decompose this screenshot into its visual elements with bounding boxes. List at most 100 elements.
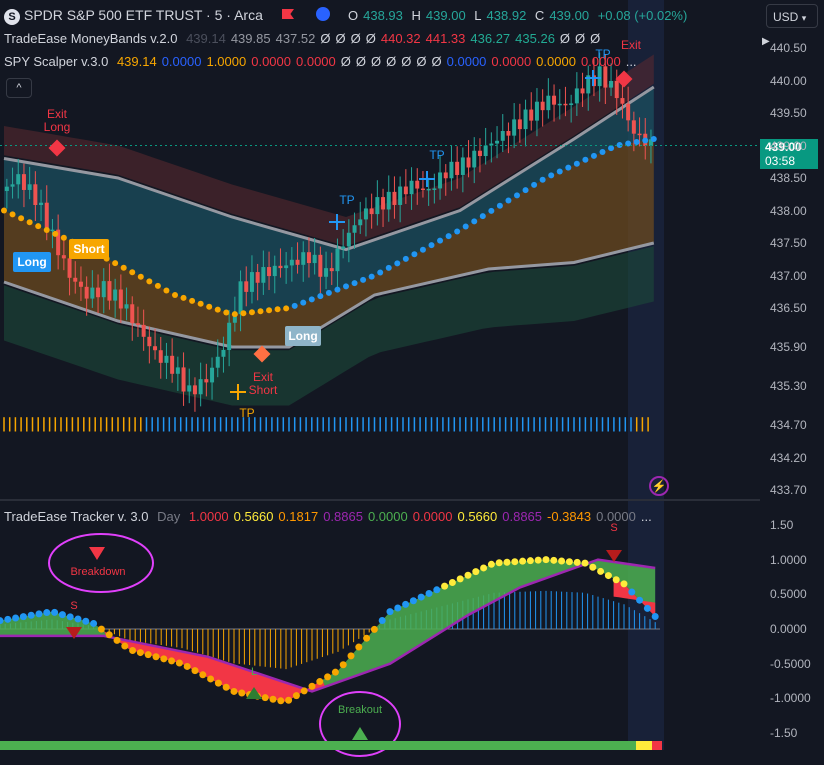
candle-body	[569, 103, 574, 106]
chevron-right-icon[interactable]: ▶	[762, 36, 770, 47]
oscillator-dot	[558, 557, 566, 565]
candle-body	[164, 355, 169, 363]
ohlc-readout: O 438.93 H 439.00 L 438.92 C 439.00 +0.08 (+…	[348, 7, 692, 25]
indicator-name: TradeEase Tracker v. 3.0	[4, 509, 149, 524]
indicator-value: -0.3843	[547, 509, 592, 524]
candle-body	[312, 254, 317, 264]
oscillator-dot	[269, 695, 277, 703]
oscillator-dot	[339, 661, 347, 669]
oscillator-tick-label: -0.5000	[770, 656, 811, 671]
candle-body	[113, 289, 118, 301]
candle-body	[306, 252, 311, 264]
oscillator-dot	[378, 617, 386, 625]
indicator-value: 0.0000	[536, 54, 576, 69]
oscillator-dot	[573, 558, 581, 566]
oscillator-dot	[495, 559, 503, 567]
oscillator-dot	[402, 600, 410, 608]
signal-label: Exit Short	[248, 370, 278, 397]
indicator-value: 0.0000	[251, 54, 291, 69]
oscillator-dot	[417, 593, 425, 601]
indicator-value: 0.8865	[502, 509, 543, 524]
indicator-value: Ø	[416, 54, 427, 69]
trend-dot	[317, 293, 324, 300]
oscillator-dot	[66, 613, 74, 621]
oscillator-dot	[19, 613, 27, 621]
oscillator-dot	[82, 617, 90, 625]
candle-body	[506, 130, 511, 136]
indicator-value: Ø	[401, 54, 412, 69]
oscillator-dot	[222, 683, 230, 691]
indicator-value: ...	[640, 509, 652, 524]
price-tick-label: 435.90	[770, 340, 807, 354]
indicator-legend-tracker[interactable]: TradeEase Tracker v. 3.0 Day 1.0000 0.566…	[4, 508, 657, 526]
trend-dot	[120, 264, 127, 271]
price-tick-label: 439.00	[770, 138, 807, 153]
trend-dot	[240, 310, 247, 317]
oscillator-dot	[448, 579, 456, 587]
candle-body	[244, 281, 249, 292]
signal-label: TP	[239, 406, 255, 420]
candle-body	[187, 385, 192, 392]
indicator-legend-scalper[interactable]: SPY Scalper v.3.0 439.14 0.0000 1.0000 0.00…	[4, 53, 642, 71]
trend-status-bar	[652, 741, 662, 750]
moon-icon[interactable]	[316, 7, 330, 21]
candle-body	[124, 304, 129, 309]
trend-dot	[462, 223, 469, 230]
oscillator-dot	[144, 651, 152, 659]
indicator-value: 1.0000	[188, 509, 229, 524]
oscillator-tick-label: 0.5000	[770, 587, 807, 602]
trend-dot	[650, 136, 657, 142]
trend-dot	[573, 160, 580, 167]
candle-body	[460, 157, 465, 175]
oscillator-dot	[503, 558, 511, 566]
trend-dot	[18, 215, 25, 222]
signal-badge: Long	[285, 326, 321, 346]
trend-dot	[231, 311, 238, 318]
signal-badge: Long	[13, 252, 51, 272]
candle-body	[21, 174, 26, 190]
trend-dot	[197, 300, 204, 307]
chevron-down-icon: ▾	[801, 13, 807, 23]
oscillator-dot	[230, 687, 238, 695]
symbol-header: S SPDR S&P 500 ETF TRUST · 5 · Arca	[4, 6, 268, 25]
trend-dot	[334, 286, 341, 293]
trend-dot	[43, 227, 50, 233]
candle-body	[295, 259, 300, 265]
ohlc-high-value: 439.00	[425, 8, 466, 23]
trend-dot	[599, 149, 606, 155]
candle-body	[67, 258, 72, 278]
symbol-title[interactable]: SPDR S&P 500 ETF TRUST · 5 · Arca	[24, 7, 263, 23]
oscillator-dot	[604, 572, 612, 580]
ohlc-low-value: 438.92	[486, 8, 527, 23]
trend-dot	[539, 176, 546, 183]
oscillator-dot	[129, 647, 137, 655]
oscillator-dot	[324, 673, 332, 681]
candle-body	[529, 109, 534, 121]
trend-status-bar	[636, 741, 652, 750]
oscillator-dot	[238, 689, 246, 697]
candle-body	[118, 289, 123, 309]
oscillator-dot	[636, 596, 644, 604]
ohlc-open-key: O	[348, 8, 359, 23]
indicator-legend-moneybands[interactable]: TradeEase MoneyBands v.2.0 439.14 439.85 4…	[4, 30, 605, 48]
oscillator-tick-label: 1.50	[770, 517, 794, 532]
candle-body	[50, 229, 55, 232]
currency-button[interactable]: USD ▾	[766, 4, 818, 28]
candle-body	[534, 101, 539, 121]
candle-body	[90, 287, 95, 299]
oscillator-tick-label: 0.0000	[770, 622, 807, 636]
candle-body	[135, 323, 140, 325]
trend-dot	[172, 292, 178, 298]
oscillator-dot	[526, 557, 534, 565]
oscillator-dot	[480, 564, 488, 572]
candle-body	[335, 248, 340, 272]
collapse-legend-button[interactable]: ^	[6, 78, 32, 98]
oscillator-dot	[168, 657, 176, 665]
oscillator-dot	[370, 625, 378, 633]
oscillator-dot	[472, 568, 480, 576]
oscillator-dot	[487, 560, 495, 568]
lightning-icon[interactable]: ⚡	[649, 476, 669, 496]
chart-canvas[interactable]	[0, 0, 824, 765]
ohlc-close-key: C	[534, 8, 545, 23]
oscillator-dot	[292, 692, 300, 700]
